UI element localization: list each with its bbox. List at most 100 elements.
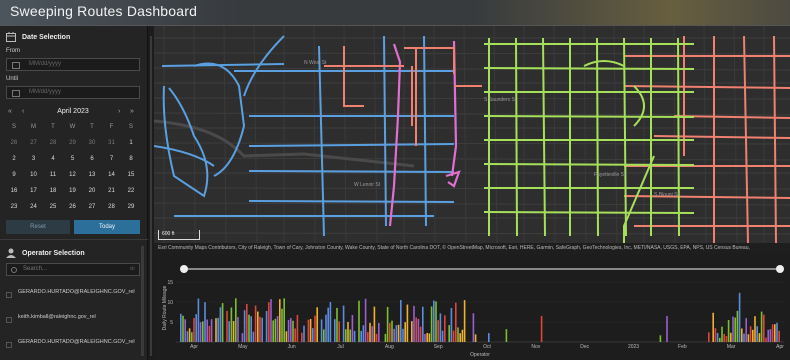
- x-tick-label: Mar: [727, 344, 736, 350]
- checkbox[interactable]: [6, 317, 12, 323]
- calendar-day[interactable]: 23: [6, 204, 22, 210]
- chart-bar: [347, 321, 349, 342]
- operator-list-item[interactable]: keith.kimball@raleighnc.gov_rel: [6, 313, 140, 323]
- calendar-day[interactable]: 15: [123, 172, 139, 178]
- calendar-day[interactable]: 6: [84, 156, 100, 162]
- today-button[interactable]: Today: [74, 220, 140, 234]
- calendar-day[interactable]: 17: [26, 188, 42, 194]
- next-month-button[interactable]: ›: [118, 108, 120, 115]
- calendar-day[interactable]: 29: [65, 140, 81, 146]
- chart-bar: [721, 326, 723, 342]
- calendar-day[interactable]: 26: [6, 140, 22, 146]
- clear-search-button[interactable]: clr: [130, 266, 135, 272]
- calendar-day[interactable]: 12: [65, 172, 81, 178]
- calendar-day[interactable]: 9: [6, 172, 22, 178]
- from-date-placeholder: MM/dd/yyyy: [29, 61, 62, 67]
- calendar-day[interactable]: 28: [104, 204, 120, 210]
- chart-bar: [424, 333, 426, 342]
- bar-chart[interactable]: 15 10 5Daily Route Mileage Apr May Jun Jul Aug S…: [154, 254, 790, 360]
- calendar-day[interactable]: 27: [84, 204, 100, 210]
- chart-bar: [276, 316, 279, 342]
- chart-bar: [221, 303, 224, 342]
- calendar-day[interactable]: 22: [123, 188, 139, 194]
- range-slider-start-handle[interactable]: [180, 265, 188, 273]
- operator-list-item[interactable]: GERARDO.HURTADO@RALEIGHNC.GOV_rel: [6, 288, 140, 298]
- chart-bar: [210, 319, 213, 342]
- x-tick-label: Sep: [434, 344, 443, 350]
- chart-bar: [375, 333, 378, 342]
- until-date-placeholder: MM/dd/yyyy: [29, 89, 62, 95]
- calendar-day[interactable]: 25: [45, 204, 61, 210]
- calendar-day[interactable]: 2: [6, 156, 22, 162]
- calendar-day[interactable]: 16: [6, 188, 22, 194]
- chart-bar: [714, 328, 717, 342]
- chart-bar: [312, 328, 314, 342]
- calendar-day[interactable]: 24: [26, 204, 42, 210]
- chart-bar: [778, 330, 780, 342]
- chart-bar: [393, 328, 395, 342]
- until-date-field[interactable]: MM/dd/yyyy: [6, 86, 140, 99]
- calendar-day[interactable]: 8: [123, 156, 139, 162]
- calendar-day[interactable]: 27: [26, 140, 42, 146]
- app-title: Sweeping Routes Dashboard: [10, 3, 198, 19]
- chart-bar: [448, 325, 450, 342]
- chart-bar: [769, 329, 772, 342]
- checkbox[interactable]: [6, 342, 12, 348]
- calendar-day[interactable]: 10: [26, 172, 42, 178]
- chart-bar: [373, 306, 376, 342]
- calendar-day[interactable]: 13: [84, 172, 100, 178]
- prev-month-button[interactable]: ‹: [22, 108, 24, 115]
- chart-bar: [334, 319, 336, 342]
- calendar-day[interactable]: 19: [65, 188, 81, 194]
- calendar-day[interactable]: 5: [65, 156, 81, 162]
- street-line: [313, 26, 316, 243]
- calendar-day[interactable]: 3: [26, 156, 42, 162]
- daily-mileage-chart[interactable]: 15 10 5 Daily Route Mileage Apr May Jun Jul Aug S…: [154, 254, 790, 360]
- chart-bar: [371, 326, 373, 342]
- calendar-day[interactable]: 30: [84, 140, 100, 146]
- calendar-day[interactable]: 4: [45, 156, 61, 162]
- chart-bar: [666, 315, 668, 342]
- green-route: [596, 37, 599, 237]
- calendar-day[interactable]: 20: [84, 188, 100, 194]
- chart-bar: [747, 334, 750, 342]
- calendar-day[interactable]: 29: [123, 204, 139, 210]
- reset-button[interactable]: Reset: [6, 220, 70, 234]
- chart-bar: [191, 332, 193, 342]
- calendar-day[interactable]: 31: [104, 140, 120, 146]
- calendar-day[interactable]: 21: [104, 188, 120, 194]
- weekday-header: S: [11, 124, 16, 130]
- chart-bar: [752, 329, 754, 342]
- chart-bar: [353, 330, 356, 342]
- salmon-route: [773, 35, 777, 243]
- prev-year-button[interactable]: «: [8, 108, 12, 115]
- calendar-day[interactable]: 1: [123, 140, 139, 146]
- route-map[interactable]: N West St W Lenoir St S Saunders St Fayette…: [154, 26, 790, 243]
- chart-bar: [252, 331, 255, 342]
- chart-bar: [287, 319, 290, 342]
- next-year-button[interactable]: »: [130, 108, 134, 115]
- operator-list-item[interactable]: GERARDO.HURTADO@RALEIGHNC.GOV_rel: [6, 338, 140, 348]
- calendar-day[interactable]: 14: [104, 172, 120, 178]
- blue-route: [162, 85, 209, 198]
- green-route: [623, 155, 655, 243]
- street-label: S Blount St: [654, 192, 680, 198]
- range-slider-end-handle[interactable]: [776, 265, 784, 273]
- calendar-day[interactable]: 7: [104, 156, 120, 162]
- map-view[interactable]: N West St W Lenoir St S Saunders St Fayette…: [154, 26, 790, 243]
- chart-bar: [404, 322, 406, 342]
- calendar-day[interactable]: 18: [45, 188, 61, 194]
- operator-search-input[interactable]: Search... clr: [6, 263, 140, 276]
- calendar-day[interactable]: 26: [65, 204, 81, 210]
- x-tick-label: Apr: [776, 344, 784, 350]
- calendar-day[interactable]: 11: [45, 172, 61, 178]
- operator-list-scrollbar[interactable]: [141, 246, 144, 356]
- chart-bar: [270, 299, 272, 342]
- from-date-field[interactable]: MM/dd/yyyy: [6, 58, 140, 71]
- chart-bar: [745, 318, 747, 342]
- date-selection-title: Date Selection: [22, 34, 71, 41]
- chart-bar: [391, 320, 393, 342]
- checkbox[interactable]: [6, 292, 12, 298]
- blue-route: [248, 200, 455, 203]
- calendar-day[interactable]: 28: [45, 140, 61, 146]
